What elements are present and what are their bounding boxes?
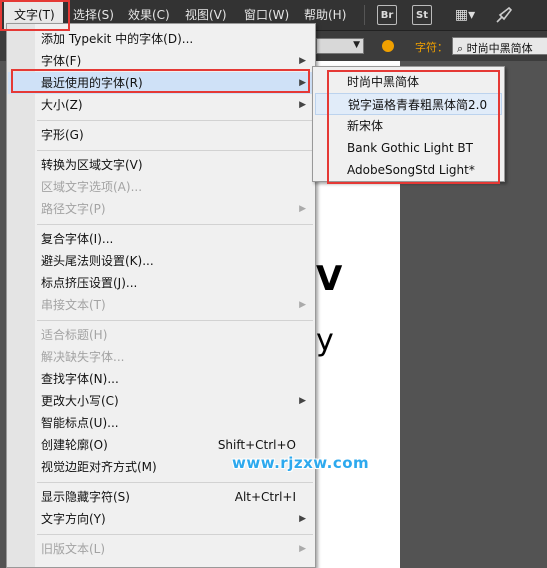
font-family-value: 时尚中黑简体	[466, 42, 533, 55]
menu-item-smart-punctuation[interactable]: 智能标点(U)...	[8, 412, 314, 434]
menu-separator	[37, 150, 313, 151]
search-icon: ⌕	[457, 42, 464, 55]
submenu-arrow-icon: ▶	[299, 100, 306, 110]
menu-item-add-typekit[interactable]: 添加 Typekit 中的字体(D)...	[8, 28, 314, 50]
annotation-box-recent-fonts	[11, 69, 310, 93]
rocket-icon[interactable]	[494, 5, 514, 25]
menu-item-legacy-text: 旧版文本(L) ▶	[8, 538, 314, 560]
menu-item-convert-area-type[interactable]: 转换为区域文字(V)	[8, 154, 314, 176]
menu-separator	[37, 120, 313, 121]
menu-window[interactable]: 窗口(W)	[244, 6, 289, 23]
menu-separator	[37, 224, 313, 225]
font-family-field[interactable]: ⌕ 时尚中黑简体	[452, 37, 547, 55]
menu-item-find-font[interactable]: 查找字体(N)...	[8, 368, 314, 390]
artboard-text-fragment: V	[316, 259, 343, 299]
menu-item-mojikumi[interactable]: 标点挤压设置(J)...	[8, 272, 314, 294]
menu-separator	[37, 482, 313, 483]
submenu-arrow-icon: ▶	[299, 204, 306, 214]
menu-separator	[37, 534, 313, 535]
shortcut-label: Alt+Ctrl+I	[234, 490, 296, 504]
watermark-text: www.rjzxw.com	[232, 454, 370, 472]
style-icon[interactable]	[382, 40, 394, 52]
menu-item-change-case[interactable]: 更改大小写(C) ▶	[8, 390, 314, 412]
stroke-dropdown[interactable]: ▼	[316, 38, 364, 54]
menu-item-create-outlines[interactable]: 创建轮廓(O) Shift+Ctrl+O	[8, 434, 314, 456]
menu-item-area-type-options: 区域文字选项(A)...	[41, 180, 143, 194]
menu-help[interactable]: 帮助(H)	[304, 6, 346, 23]
menu-item-resolve-missing-fonts: 解决缺失字体...	[41, 350, 125, 364]
menu-item-composite-fonts[interactable]: 复合字体(I)...	[8, 228, 314, 250]
menu-item-threaded-text: 串接文本(T) ▶	[8, 294, 314, 316]
menu-select[interactable]: 选择(S)	[73, 6, 114, 23]
menu-item-type-on-path: 路径文字(P) ▶	[8, 198, 314, 220]
menu-item-size[interactable]: 大小(Z) ▶	[8, 94, 314, 116]
annotation-box-type-menu	[0, 0, 70, 31]
submenu-arrow-icon: ▶	[299, 514, 306, 524]
submenu-arrow-icon: ▶	[299, 544, 306, 554]
menu-item-type-orientation[interactable]: 文字方向(Y) ▶	[8, 508, 314, 530]
toolbar-separator	[364, 5, 365, 25]
menu-separator	[37, 320, 313, 321]
menu-item-fit-headline: 适合标题(H)	[41, 328, 108, 342]
stock-icon[interactable]: St	[412, 5, 432, 25]
bridge-icon[interactable]: Br	[377, 5, 397, 25]
workspace-layout-icon[interactable]: ▦▾	[450, 5, 480, 25]
menu-item-glyphs[interactable]: 字形(G)	[8, 124, 314, 146]
menu-item-show-hidden-chars[interactable]: 显示隐藏字符(S) Alt+Ctrl+I	[8, 486, 314, 508]
shortcut-label: Shift+Ctrl+O	[217, 438, 296, 452]
type-menu: 添加 Typekit 中的字体(D)... 字体(F) ▶ 最近使用的字体(R) ▶…	[6, 23, 316, 568]
menu-effect[interactable]: 效果(C)	[128, 6, 170, 23]
annotation-box-font-list	[327, 70, 500, 184]
artboard-text-fragment-2: y	[316, 323, 334, 358]
submenu-arrow-icon: ▶	[299, 300, 306, 310]
menu-item-kinsoku[interactable]: 避头尾法则设置(K)...	[8, 250, 314, 272]
font-label: 字符：	[415, 41, 448, 54]
menu-view[interactable]: 视图(V)	[185, 6, 227, 23]
submenu-arrow-icon: ▶	[299, 396, 306, 406]
